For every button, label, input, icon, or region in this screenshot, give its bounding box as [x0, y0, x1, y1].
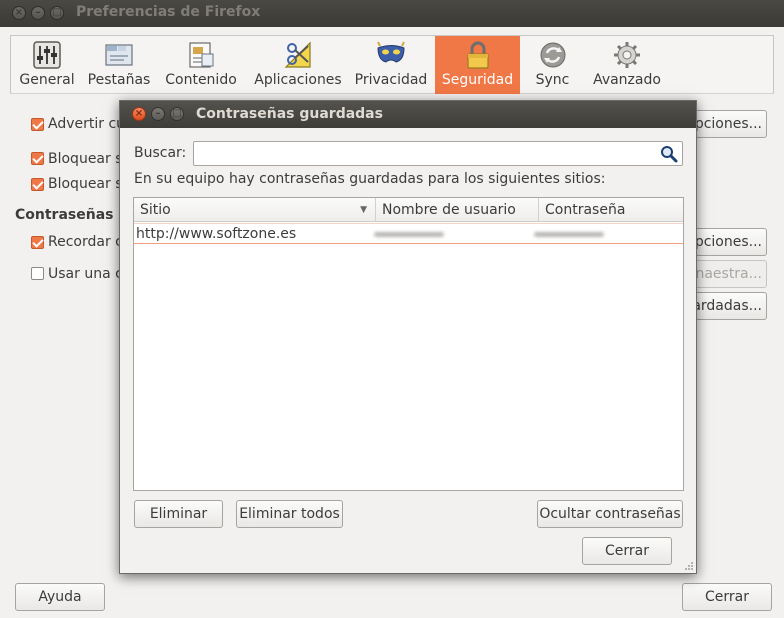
- tab-contenido[interactable]: Contenido: [161, 36, 241, 94]
- column-header-username-label: Nombre de usuario: [382, 202, 516, 218]
- warn-checkbox-label: Advertir cu: [48, 116, 126, 132]
- tab-privacidad[interactable]: Privacidad: [351, 36, 431, 94]
- dialog-minimize-icon[interactable]: –: [151, 107, 165, 121]
- gear-icon: [614, 42, 640, 68]
- tab-general[interactable]: General: [12, 36, 82, 94]
- tab-privacidad-label: Privacidad: [354, 72, 428, 88]
- table-header: Sitio ▼ Nombre de usuario Contraseña: [134, 198, 683, 222]
- search-input[interactable]: [193, 141, 683, 166]
- help-button[interactable]: Ayuda: [15, 583, 105, 611]
- row-site: http://www.softzone.es: [136, 226, 297, 242]
- saved-passwords-dialog: × – □ Contraseñas guardadas Buscar: En s…: [119, 100, 697, 574]
- column-header-site[interactable]: Sitio ▼: [134, 198, 376, 222]
- tab-seguridad-label: Seguridad: [441, 72, 514, 88]
- tab-sync[interactable]: Sync: [525, 36, 580, 94]
- dialog-close-icon[interactable]: ×: [132, 107, 146, 121]
- column-header-username[interactable]: Nombre de usuario: [376, 198, 539, 222]
- window-maximize-icon[interactable]: □: [50, 6, 64, 20]
- remember-passwords-checkbox[interactable]: [31, 236, 44, 249]
- tab-aplicaciones[interactable]: Aplicaciones: [248, 36, 348, 94]
- preferences-toolbar: General Pestañas Contenido Aplicaciones …: [10, 35, 774, 94]
- column-header-password[interactable]: Contraseña: [539, 198, 683, 222]
- main-titlebar: × – □ Preferencias de Firefox: [0, 0, 784, 27]
- prefs-close-button[interactable]: Cerrar: [682, 583, 772, 611]
- dialog-titlebar: × – □ Contraseñas guardadas: [120, 101, 696, 128]
- padlock-icon: [466, 41, 489, 69]
- sliders-icon: [33, 41, 61, 69]
- dialog-maximize-icon[interactable]: □: [170, 107, 184, 121]
- block-forgery-label: Bloquear s: [48, 176, 123, 192]
- search-icon[interactable]: [660, 145, 678, 163]
- resize-grip-icon[interactable]: [684, 561, 694, 571]
- tab-sync-label: Sync: [535, 72, 570, 88]
- tab-pestanas-label: Pestañas: [87, 72, 151, 88]
- tab-avanzado-label: Avanzado: [593, 72, 661, 88]
- tab-pestanas[interactable]: Pestañas: [84, 36, 154, 94]
- dialog-close-button[interactable]: Cerrar: [582, 537, 672, 565]
- column-header-site-label: Sitio: [140, 202, 171, 218]
- passwords-table[interactable]: Sitio ▼ Nombre de usuario Contraseña htt…: [133, 197, 684, 491]
- window-close-icon[interactable]: ×: [12, 6, 26, 20]
- dialog-title: Contraseñas guardadas: [196, 106, 383, 122]
- window-title: Preferencias de Firefox: [76, 4, 261, 20]
- column-header-password-label: Contraseña: [545, 202, 626, 218]
- warn-checkbox[interactable]: [31, 118, 44, 131]
- tab-general-label: General: [19, 72, 75, 88]
- master-password-label: Usar una c: [48, 266, 123, 282]
- block-attack-checkbox[interactable]: [31, 152, 44, 165]
- tab-avanzado[interactable]: Avanzado: [587, 36, 667, 94]
- remove-button[interactable]: Eliminar: [134, 500, 223, 528]
- remove-all-button[interactable]: Eliminar todos: [236, 500, 343, 528]
- table-row[interactable]: http://www.softzone.es: [134, 223, 683, 244]
- passwords-section-title: Contraseñas: [15, 207, 114, 223]
- tab-aplicaciones-label: Aplicaciones: [254, 72, 342, 88]
- hide-passwords-button[interactable]: Ocultar contraseñas: [537, 500, 683, 528]
- search-label: Buscar:: [134, 145, 187, 161]
- sync-icon: [540, 42, 565, 68]
- block-attack-label: Bloquear s: [48, 151, 123, 167]
- row-username-blurred: [374, 232, 444, 237]
- tab-contenido-label: Contenido: [165, 72, 237, 88]
- window-minimize-icon[interactable]: –: [31, 6, 45, 20]
- remember-passwords-label: Recordar c: [48, 234, 123, 250]
- applications-icon: [284, 41, 311, 68]
- tab-seguridad[interactable]: Seguridad: [435, 36, 520, 94]
- mask-icon: [377, 41, 405, 63]
- master-password-checkbox[interactable]: [31, 267, 44, 280]
- row-password-blurred: [534, 232, 604, 237]
- content-icon: [189, 42, 214, 68]
- info-text: En su equipo hay contraseñas guardadas p…: [134, 171, 606, 187]
- tabs-icon: [105, 44, 133, 66]
- sort-arrow-icon: ▼: [360, 205, 367, 215]
- block-forgery-checkbox[interactable]: [31, 178, 44, 191]
